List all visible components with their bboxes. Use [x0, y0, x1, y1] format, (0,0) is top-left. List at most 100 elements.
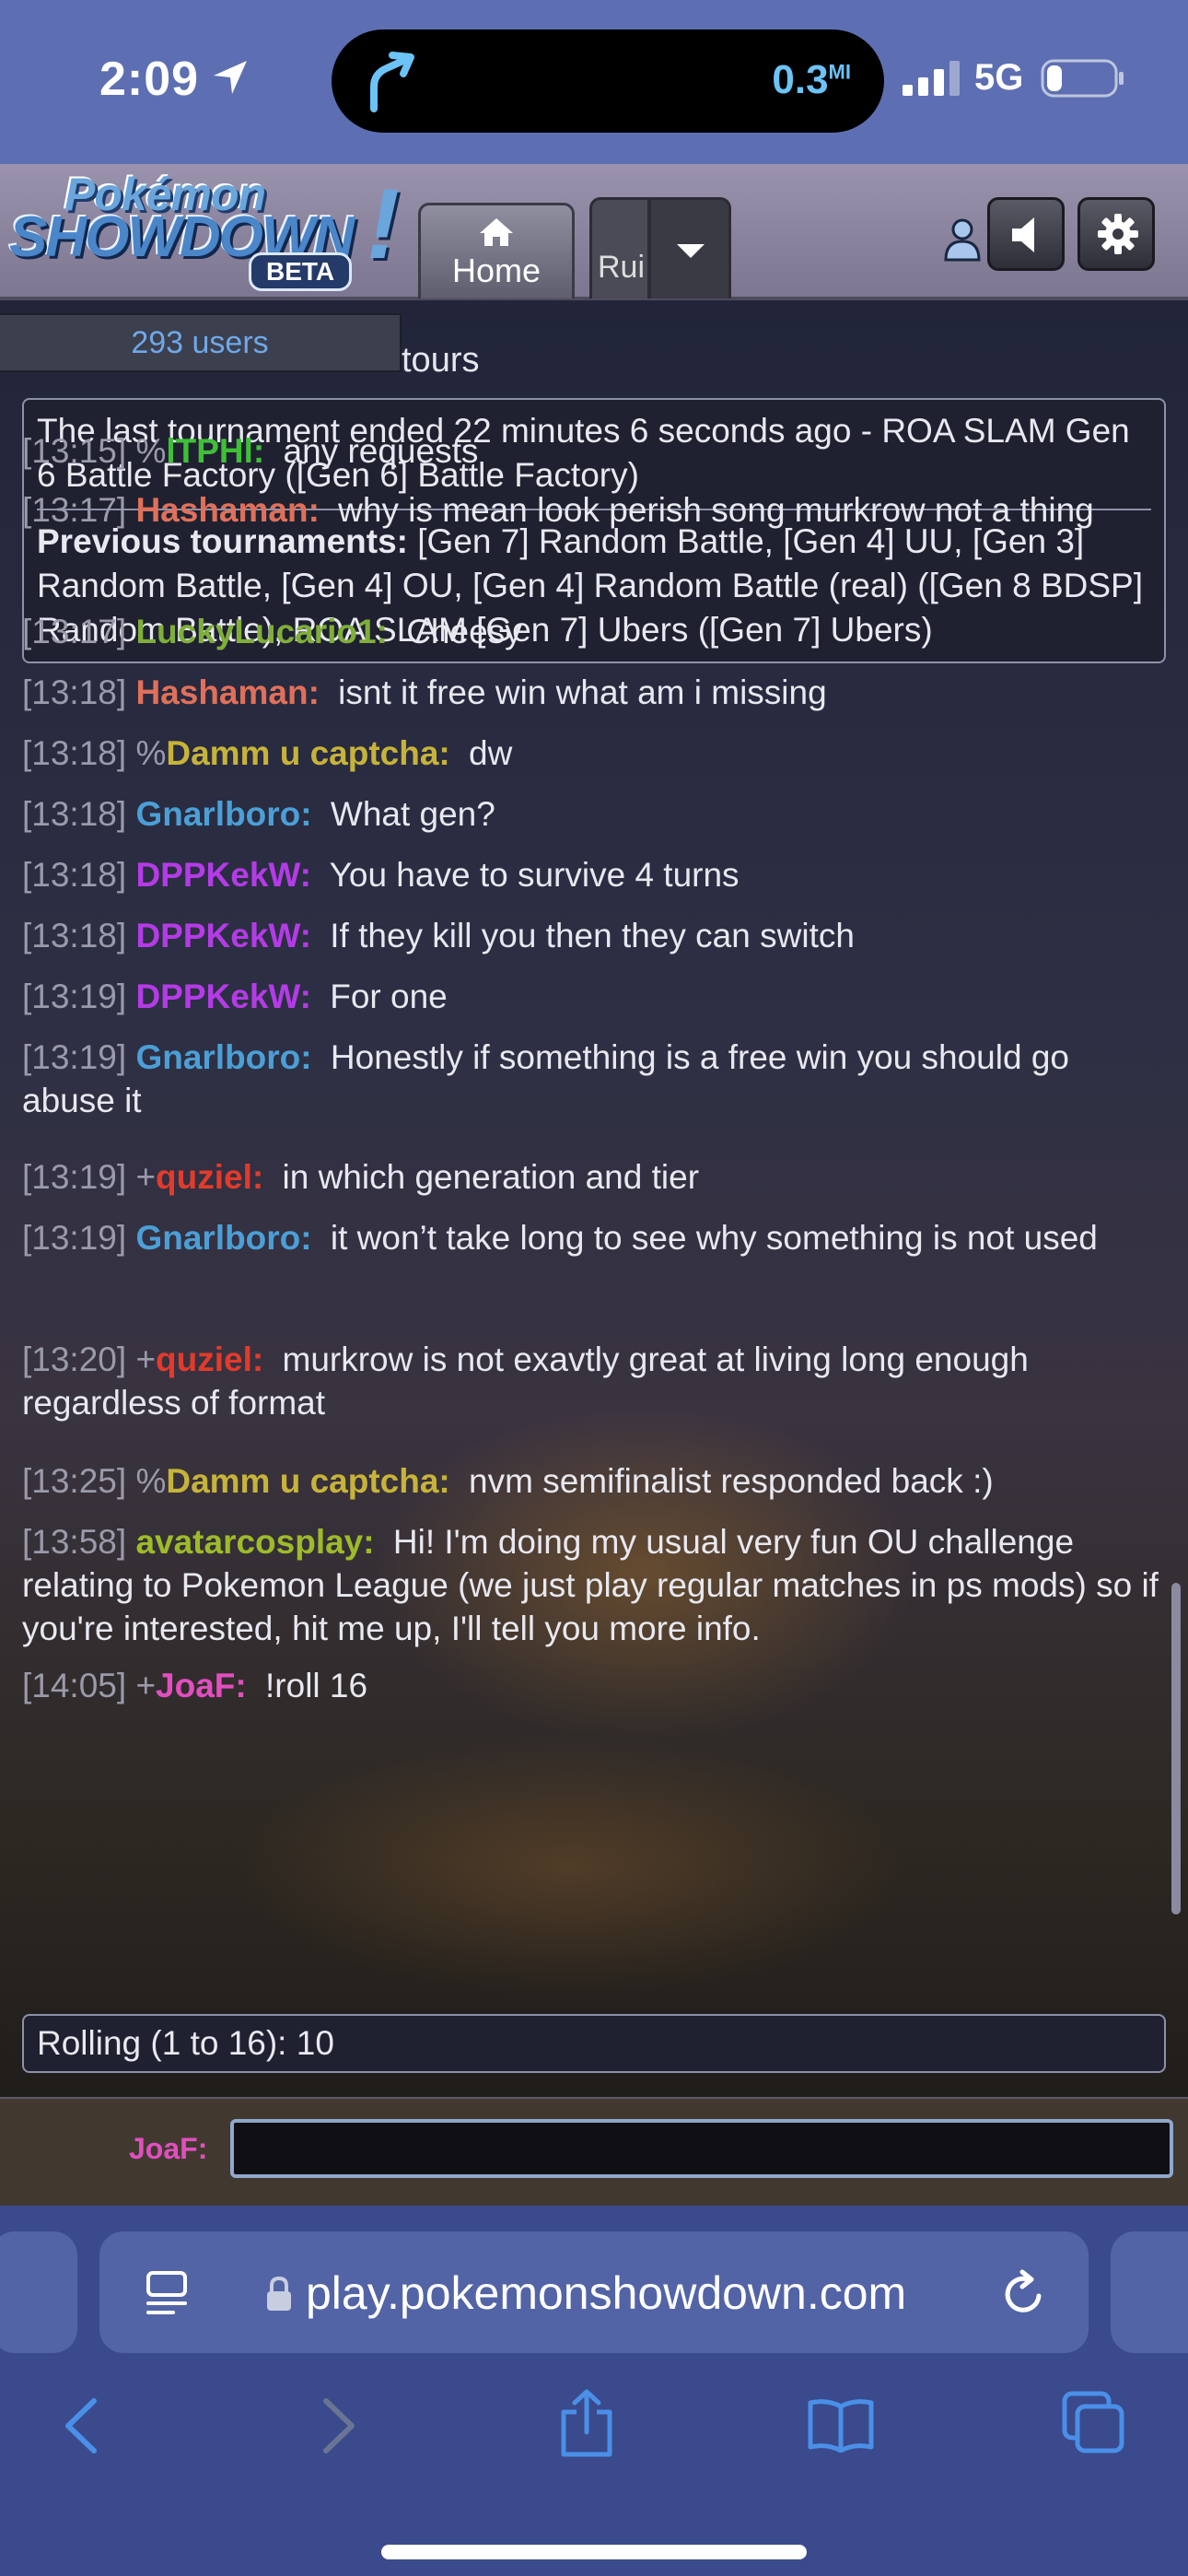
- chat-message: [13:18] Gnarlboro: What gen?: [22, 792, 1168, 836]
- message-text: any requests: [283, 432, 479, 470]
- chat-message: [13:17] Hashaman: why is mean look peris…: [22, 488, 1168, 532]
- user-rank-symbol: +: [135, 1667, 157, 1704]
- chat-message: [13:19] Gnarlboro: Honestly if something…: [22, 1036, 1168, 1122]
- message-text: isnt it free win what am i missing: [338, 673, 827, 711]
- forward-icon[interactable]: [319, 2395, 359, 2456]
- chat-log[interactable]: 293 users tours The last tournament ende…: [0, 300, 1188, 2102]
- message-text: dw: [469, 734, 513, 772]
- tabs-icon[interactable]: [1061, 2390, 1127, 2456]
- roll-result-box: Rolling (1 to 16): 10: [22, 2014, 1166, 2073]
- message-username[interactable]: Damm u captcha:: [166, 1462, 449, 1500]
- message-timestamp: [13:18]: [22, 856, 127, 894]
- sound-button[interactable]: [987, 197, 1065, 271]
- message-text: nvm semifinalist responded back :): [469, 1462, 994, 1500]
- status-bar: 2:09 0.3MI 5G: [0, 0, 1188, 164]
- chat-message: [13:20] +quziel: murkrow is not exavtly …: [22, 1338, 1168, 1424]
- showdown-header: Pokémon SHOWDOWN ! BETA Home Rui: [0, 164, 1188, 300]
- home-indicator[interactable]: [381, 2545, 807, 2559]
- message-username[interactable]: Hashaman:: [135, 673, 319, 711]
- message-timestamp: [13:19]: [22, 978, 127, 1015]
- message-timestamp: [13:17]: [22, 491, 127, 529]
- chat-message: [13:25] %Damm u captcha: nvm semifinalis…: [22, 1459, 1168, 1503]
- user-rank-symbol: %: [135, 432, 167, 470]
- message-username[interactable]: avatarcosplay:: [135, 1523, 374, 1561]
- room-title: tours: [402, 341, 480, 380]
- tab-home[interactable]: Home: [418, 203, 575, 299]
- message-text: What gen?: [330, 795, 495, 833]
- message-timestamp: [13:19]: [22, 1038, 127, 1076]
- previous-tab-preview[interactable]: [0, 2231, 77, 2353]
- message-username[interactable]: Gnarlboro:: [135, 1219, 311, 1257]
- chat-message: [14:05] +JoaF: !roll 16: [22, 1664, 1168, 1707]
- tab-room[interactable]: Rui: [589, 197, 650, 299]
- message-text: why is mean look perish song murkrow not…: [338, 491, 1094, 529]
- chat-message: [13:17] LuckyLucario1: Cheesy: [22, 610, 1168, 653]
- location-arrow-icon: [214, 61, 247, 94]
- user-rank-symbol: +: [135, 1341, 157, 1378]
- chat-message: [13:18] Hashaman: isnt it free win what …: [22, 671, 1168, 714]
- tab-room-label: Rui: [598, 250, 646, 285]
- chat-message: [13:19] +quziel: in which generation and…: [22, 1155, 1168, 1199]
- safari-toolbar: play.pokemonshowdown.com: [0, 2206, 1188, 2576]
- home-icon: [480, 218, 513, 246]
- message-username[interactable]: DPPKekW:: [135, 856, 311, 894]
- message-text: Cheesy: [406, 613, 522, 650]
- tab-home-label: Home: [451, 252, 542, 289]
- back-icon[interactable]: [61, 2395, 101, 2456]
- reload-icon[interactable]: [1000, 2268, 1048, 2318]
- message-text: !roll 16: [265, 1667, 368, 1704]
- message-username[interactable]: lTPHl:: [166, 432, 264, 470]
- message-timestamp: [13:18]: [22, 917, 127, 954]
- message-username[interactable]: quziel:: [156, 1158, 263, 1196]
- message-timestamp: [13:58]: [22, 1523, 127, 1561]
- showdown-logo[interactable]: Pokémon SHOWDOWN ! BETA: [6, 164, 411, 293]
- chat-input-bar: JoaF:: [0, 2097, 1188, 2206]
- clock: 2:09: [99, 53, 200, 106]
- tabs-dropdown-button[interactable]: [648, 197, 731, 299]
- lock-icon: [267, 2276, 291, 2311]
- settings-button[interactable]: [1077, 197, 1155, 271]
- message-timestamp: [13:15]: [22, 432, 127, 470]
- chat-message: [13:18] DPPKekW: You have to survive 4 t…: [22, 853, 1168, 896]
- chevron-down-icon: [677, 244, 705, 258]
- message-text: in which generation and tier: [282, 1158, 700, 1196]
- distance-value: 0.3: [772, 57, 829, 102]
- reader-mode-icon[interactable]: [146, 2270, 190, 2316]
- message-username[interactable]: LuckyLucario1:: [135, 613, 387, 650]
- message-username[interactable]: JoaF:: [156, 1667, 247, 1704]
- gear-icon: [1098, 214, 1138, 254]
- chat-message: [13:19] Gnarlboro: it won’t take long to…: [22, 1216, 1168, 1259]
- dynamic-island[interactable]: 0.3MI: [332, 29, 884, 133]
- message-timestamp: [13:18]: [22, 734, 127, 772]
- chat-message: [13:18] DPPKekW: If they kill you then t…: [22, 914, 1168, 957]
- message-username[interactable]: Gnarlboro:: [135, 1038, 311, 1076]
- user-icon[interactable]: [943, 217, 982, 262]
- navigation-turn-icon: [370, 52, 414, 112]
- battery-icon: [1041, 59, 1124, 98]
- network-type: 5G: [974, 57, 1024, 98]
- message-input[interactable]: [230, 2119, 1173, 2178]
- userlist-button[interactable]: 293 users: [0, 313, 402, 372]
- message-username[interactable]: DPPKekW:: [135, 978, 311, 1015]
- user-rank-symbol: %: [135, 734, 167, 772]
- message-username[interactable]: quziel:: [156, 1341, 263, 1378]
- message-username[interactable]: DPPKekW:: [135, 917, 311, 954]
- user-rank-symbol: +: [135, 1158, 157, 1196]
- message-timestamp: [13:18]: [22, 795, 127, 833]
- chat-message: [13:19] DPPKekW: For one: [22, 975, 1168, 1018]
- next-tab-preview[interactable]: [1111, 2231, 1188, 2353]
- cellular-signal-icon: [903, 61, 960, 96]
- speaker-icon: [1012, 217, 1034, 252]
- message-username[interactable]: Gnarlboro:: [135, 795, 311, 833]
- navigation-distance: 0.3MI: [772, 57, 851, 103]
- message-text: If they kill you then they can switch: [330, 917, 855, 954]
- share-icon[interactable]: [558, 2388, 615, 2458]
- chat-scrollbar[interactable]: [1171, 1583, 1181, 1914]
- address-bar[interactable]: play.pokemonshowdown.com: [99, 2231, 1089, 2353]
- message-username[interactable]: Hashaman:: [135, 491, 319, 529]
- message-username[interactable]: Damm u captcha:: [166, 734, 449, 772]
- roll-result-text: Rolling (1 to 16): 10: [37, 2024, 334, 2062]
- distance-unit: MI: [828, 60, 851, 84]
- bookmarks-icon[interactable]: [807, 2397, 875, 2453]
- current-username: JoaF:: [129, 2132, 208, 2165]
